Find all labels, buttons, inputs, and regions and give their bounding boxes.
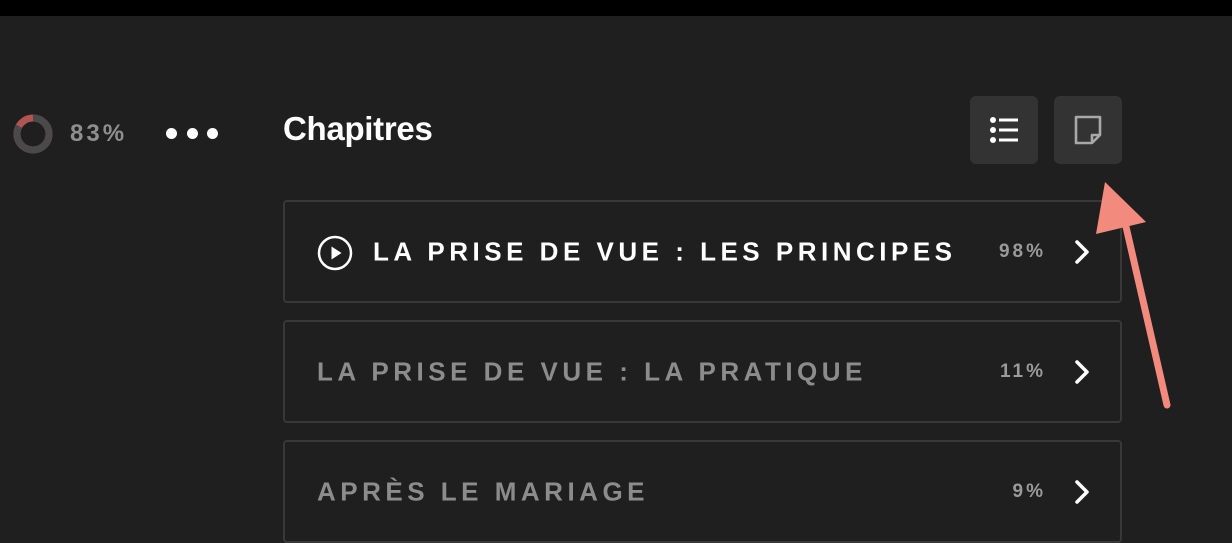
chapter-percent: 11% [1000,360,1046,382]
note-icon [1074,115,1102,145]
top-bar [0,0,1232,16]
chapter-item[interactable]: LA PRISE DE VUE : LES PRINCIPES 98% [283,200,1122,303]
chapter-item[interactable]: LA PRISE DE VUE : LA PRATIQUE 11% [283,320,1122,423]
chapter-title: APRÈS LE MARIAGE [317,476,650,506]
list-icon [990,117,1018,143]
chapter-title: LA PRISE DE VUE : LA PRATIQUE [317,356,867,386]
section-title: Chapitres [283,110,433,147]
progress-ring-icon [13,114,53,154]
course-progress: 83% [12,112,127,156]
play-icon [317,235,353,271]
list-view-button[interactable] [970,96,1038,164]
chapter-item[interactable]: APRÈS LE MARIAGE 9% [283,440,1122,543]
notes-view-button[interactable] [1054,96,1122,164]
chapter-title: LA PRISE DE VUE : LES PRINCIPES [373,236,957,266]
chapter-percent: 98% [998,240,1046,262]
chevron-right-icon [1075,239,1089,264]
chevron-right-icon [1075,359,1089,384]
progress-percent: 83% [70,120,128,147]
chapter-percent: 9% [1012,480,1046,502]
chevron-right-icon [1075,479,1089,504]
more-options-icon[interactable] [166,126,218,140]
